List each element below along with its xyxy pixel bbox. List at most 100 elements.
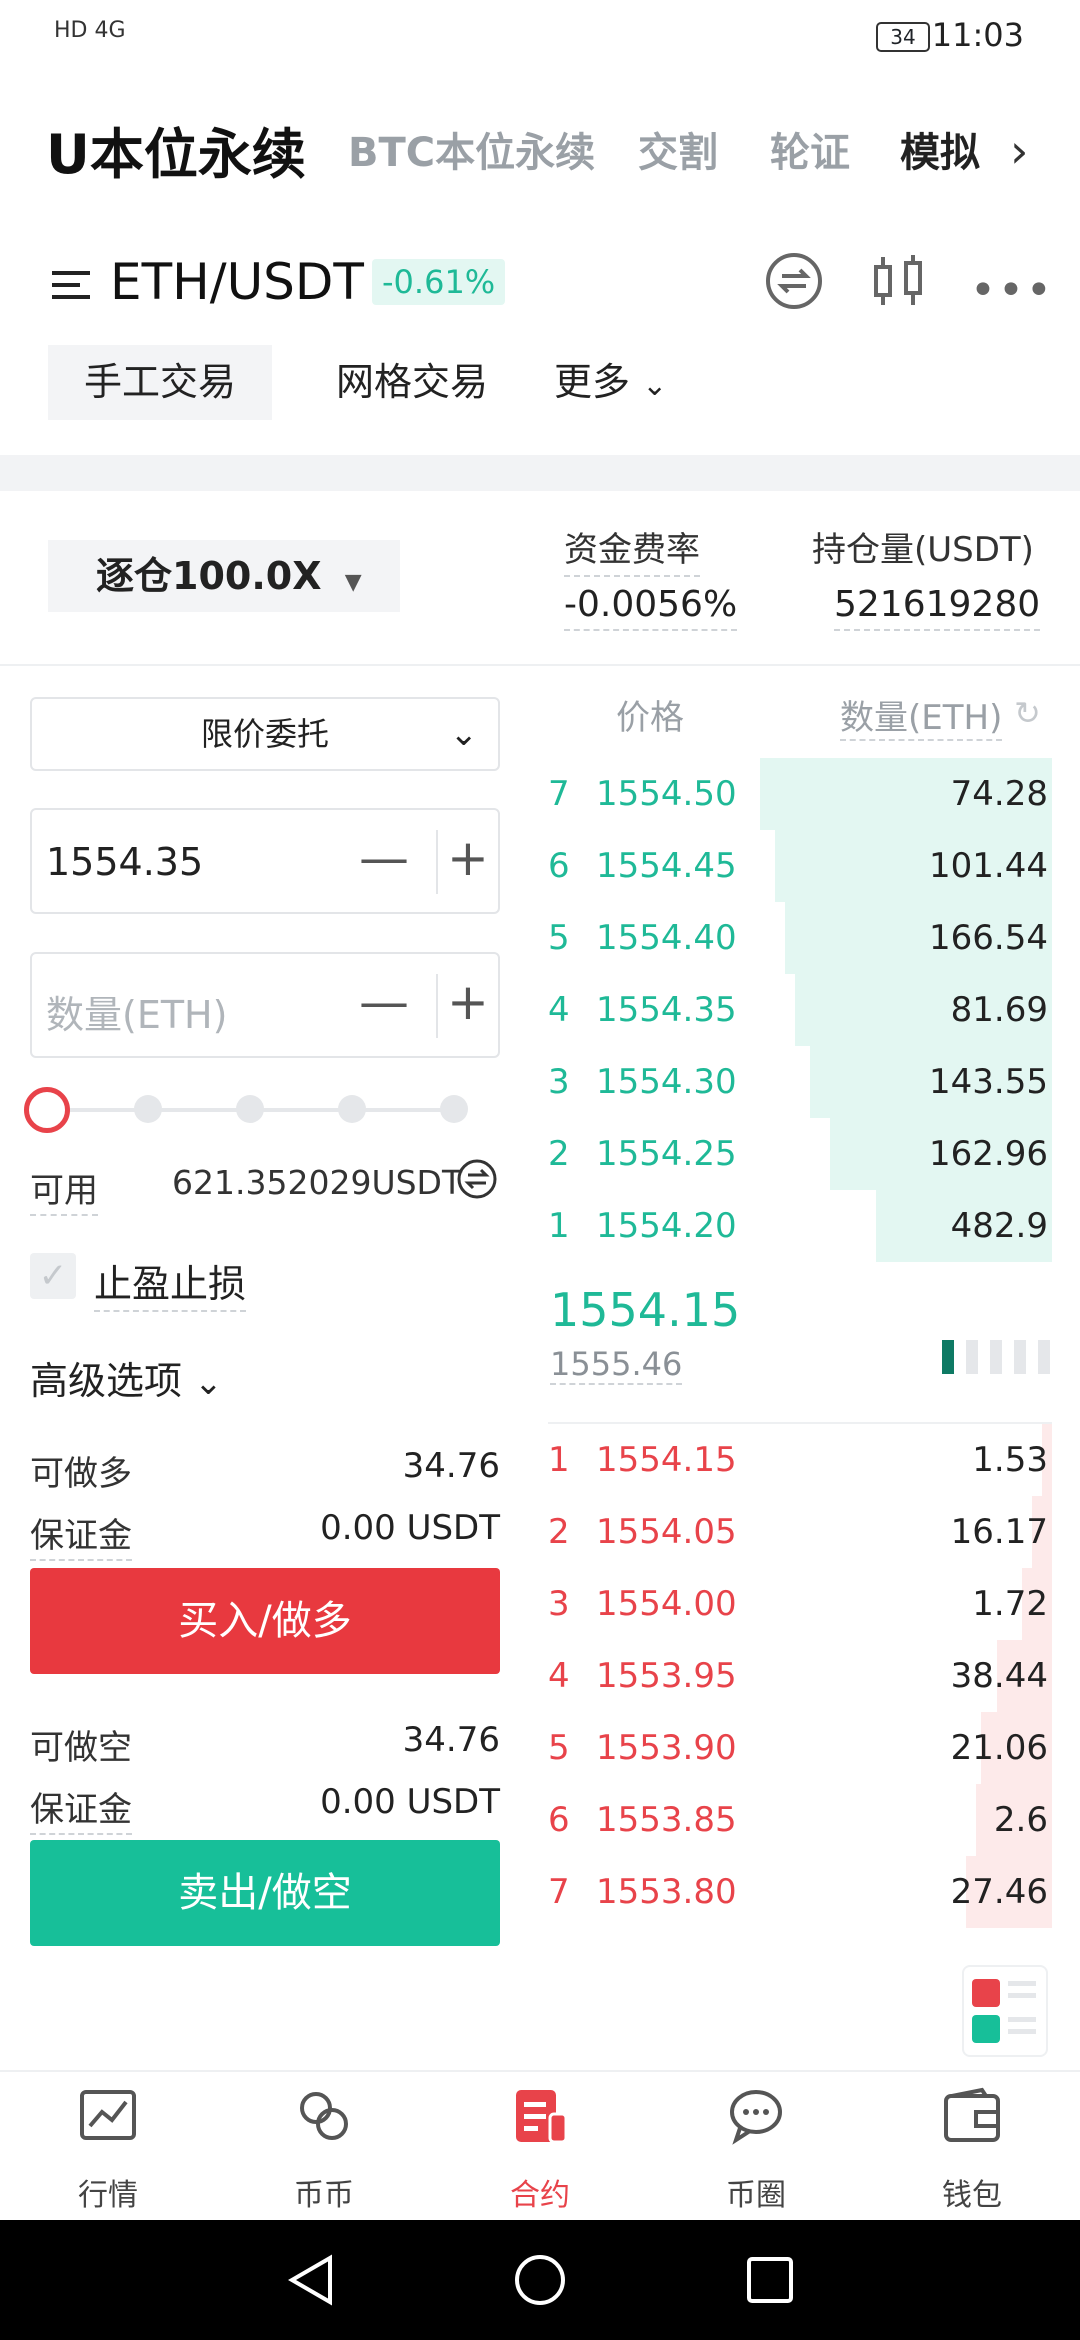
tab-btc-perp[interactable]: BTC本位永续 bbox=[348, 120, 595, 178]
transfer-icon[interactable] bbox=[456, 1158, 498, 1204]
chevron-down-icon: ⌄ bbox=[194, 1363, 223, 1403]
buy-long-button[interactable]: 买入/做多 bbox=[30, 1568, 500, 1674]
nav-spot[interactable]: 币币 bbox=[216, 2072, 432, 2222]
row-price: 1554.05 bbox=[596, 1512, 737, 1552]
long-margin-value: 0.00 USDT bbox=[320, 1508, 500, 1548]
market-tabs: U本位永续 BTC本位永续 交割 轮证 模拟 › bbox=[0, 110, 1080, 190]
quantity-increase-button[interactable]: + bbox=[438, 954, 498, 1056]
candlestick-icon[interactable] bbox=[870, 251, 926, 315]
orderbook-qty-header[interactable]: 数量(ETH) bbox=[840, 690, 1003, 741]
price-decrease-button[interactable]: — bbox=[332, 810, 436, 912]
row-price: 1553.85 bbox=[596, 1800, 737, 1840]
row-index: 4 bbox=[548, 990, 570, 1030]
bid-row[interactable]: 4 1553.95 38.44 bbox=[548, 1640, 1052, 1712]
sell-short-button[interactable]: 卖出/做空 bbox=[30, 1840, 500, 1946]
tab-usdt-perp[interactable]: U本位永续 bbox=[46, 110, 306, 189]
menu-icon[interactable] bbox=[52, 267, 90, 303]
recents-icon[interactable] bbox=[746, 2256, 794, 2308]
slider-step[interactable] bbox=[134, 1095, 162, 1123]
row-index: 6 bbox=[548, 846, 570, 886]
quantity-decrease-button[interactable]: — bbox=[332, 954, 436, 1056]
back-icon[interactable] bbox=[286, 2254, 336, 2310]
leverage-selector[interactable]: 逐仓100.0X ▼ bbox=[48, 540, 400, 612]
bid-row[interactable]: 5 1553.90 21.06 bbox=[548, 1712, 1052, 1784]
row-quantity: 482.9 bbox=[950, 1206, 1048, 1246]
short-available-value: 34.76 bbox=[402, 1720, 500, 1760]
row-index: 1 bbox=[548, 1440, 570, 1480]
quantity-slider-handle[interactable] bbox=[24, 1087, 70, 1133]
nav-market[interactable]: 行情 bbox=[0, 2072, 216, 2222]
home-icon[interactable] bbox=[514, 2254, 566, 2310]
bid-row[interactable]: 1 1554.15 1.53 bbox=[548, 1424, 1052, 1496]
slider-step[interactable] bbox=[338, 1095, 366, 1123]
ask-row[interactable]: 7 1554.50 74.28 bbox=[548, 758, 1052, 830]
short-available-label: 可做空 bbox=[30, 1728, 132, 1768]
row-quantity: 27.46 bbox=[950, 1872, 1048, 1912]
tab-delivery[interactable]: 交割 bbox=[638, 120, 718, 178]
bid-row[interactable]: 2 1554.05 16.17 bbox=[548, 1496, 1052, 1568]
ask-row[interactable]: 1 1554.20 482.9 bbox=[548, 1190, 1052, 1262]
row-price: 1554.20 bbox=[596, 1206, 737, 1246]
ask-row[interactable]: 3 1554.30 143.55 bbox=[548, 1046, 1052, 1118]
ask-row[interactable]: 2 1554.25 162.96 bbox=[548, 1118, 1052, 1190]
long-available-value: 34.76 bbox=[402, 1446, 500, 1486]
tab-simulation[interactable]: 模拟 bbox=[900, 120, 980, 178]
row-quantity: 1.72 bbox=[972, 1584, 1048, 1624]
refresh-icon[interactable]: ↻ bbox=[1014, 694, 1041, 732]
status-bar: HD 4G 34 11:03 bbox=[0, 0, 1080, 75]
ask-row[interactable]: 4 1554.35 81.69 bbox=[548, 974, 1052, 1046]
chevron-down-icon: ⌄ bbox=[642, 368, 668, 403]
order-type-select[interactable]: 限价委托 ⌄ bbox=[30, 697, 500, 771]
battery-icon: 34 bbox=[876, 22, 930, 52]
nav-contract-label: 合约 bbox=[510, 2178, 570, 2213]
tab-warrant[interactable]: 轮证 bbox=[770, 120, 850, 178]
tp-sl-label[interactable]: 止盈止损 bbox=[94, 1253, 247, 1312]
bid-row[interactable]: 6 1553.85 2.6 bbox=[548, 1784, 1052, 1856]
chevron-right-icon[interactable]: › bbox=[1010, 124, 1028, 178]
ask-row[interactable]: 5 1554.40 166.54 bbox=[548, 902, 1052, 974]
tab-more[interactable]: 更多 ⌄ bbox=[518, 345, 703, 420]
short-margin-label: 保证金 bbox=[30, 1782, 132, 1835]
order-type-label: 限价委托 bbox=[200, 715, 329, 753]
row-quantity: 1.53 bbox=[972, 1440, 1048, 1480]
pair-name[interactable]: ETH/USDT bbox=[110, 253, 364, 311]
row-quantity: 2.6 bbox=[993, 1800, 1048, 1840]
orderbook-price-header: 价格 bbox=[616, 698, 684, 738]
orderbook-layout-toggle[interactable] bbox=[962, 1965, 1048, 2057]
bid-row[interactable]: 7 1553.80 27.46 bbox=[548, 1856, 1052, 1928]
depth-ratio-indicator[interactable] bbox=[942, 1340, 1052, 1374]
row-price: 1554.35 bbox=[596, 990, 737, 1030]
advanced-options-label: 高级选项 bbox=[30, 1359, 183, 1403]
slider-step[interactable] bbox=[440, 1095, 468, 1123]
clock: 11:03 bbox=[931, 16, 1024, 54]
advanced-options[interactable]: 高级选项 ⌄ bbox=[30, 1350, 223, 1405]
bid-row[interactable]: 3 1554.00 1.72 bbox=[548, 1568, 1052, 1640]
more-icon[interactable]: ••• bbox=[970, 265, 1054, 316]
price-increase-button[interactable]: + bbox=[438, 810, 498, 912]
nav-community[interactable]: 币圈 bbox=[648, 2072, 864, 2222]
available-value: 621.352029USDT bbox=[172, 1163, 463, 1202]
row-quantity: 81.69 bbox=[950, 990, 1048, 1030]
change-badge: -0.61% bbox=[372, 259, 506, 305]
short-margin-value: 0.00 USDT bbox=[320, 1782, 500, 1822]
nav-wallet-label: 钱包 bbox=[942, 2178, 1002, 2213]
quantity-input[interactable]: 数量(ETH) — + bbox=[30, 952, 500, 1058]
tab-grid[interactable]: 网格交易 bbox=[300, 345, 524, 420]
tab-manual[interactable]: 手工交易 bbox=[48, 345, 273, 420]
row-price: 1554.50 bbox=[596, 774, 737, 814]
nav-wallet[interactable]: 钱包 bbox=[864, 2072, 1080, 2222]
system-navigation-bar bbox=[0, 2220, 1080, 2340]
row-index: 3 bbox=[548, 1584, 570, 1624]
tp-sl-checkbox[interactable]: ✓ bbox=[30, 1253, 76, 1299]
open-interest-label[interactable]: 持仓量(USDT) bbox=[812, 522, 1034, 575]
caret-down-icon: ▼ bbox=[344, 570, 362, 595]
swap-icon[interactable] bbox=[764, 251, 824, 315]
nav-community-label: 币圈 bbox=[726, 2178, 786, 2213]
funding-rate-label[interactable]: 资金费率 bbox=[564, 522, 700, 577]
slider-step[interactable] bbox=[236, 1095, 264, 1123]
available-label: 可用 bbox=[30, 1163, 98, 1216]
nav-market-label: 行情 bbox=[78, 2178, 138, 2213]
nav-contract[interactable]: 合约 bbox=[432, 2072, 648, 2222]
price-input[interactable]: 1554.35 — + bbox=[30, 808, 500, 914]
ask-row[interactable]: 6 1554.45 101.44 bbox=[548, 830, 1052, 902]
